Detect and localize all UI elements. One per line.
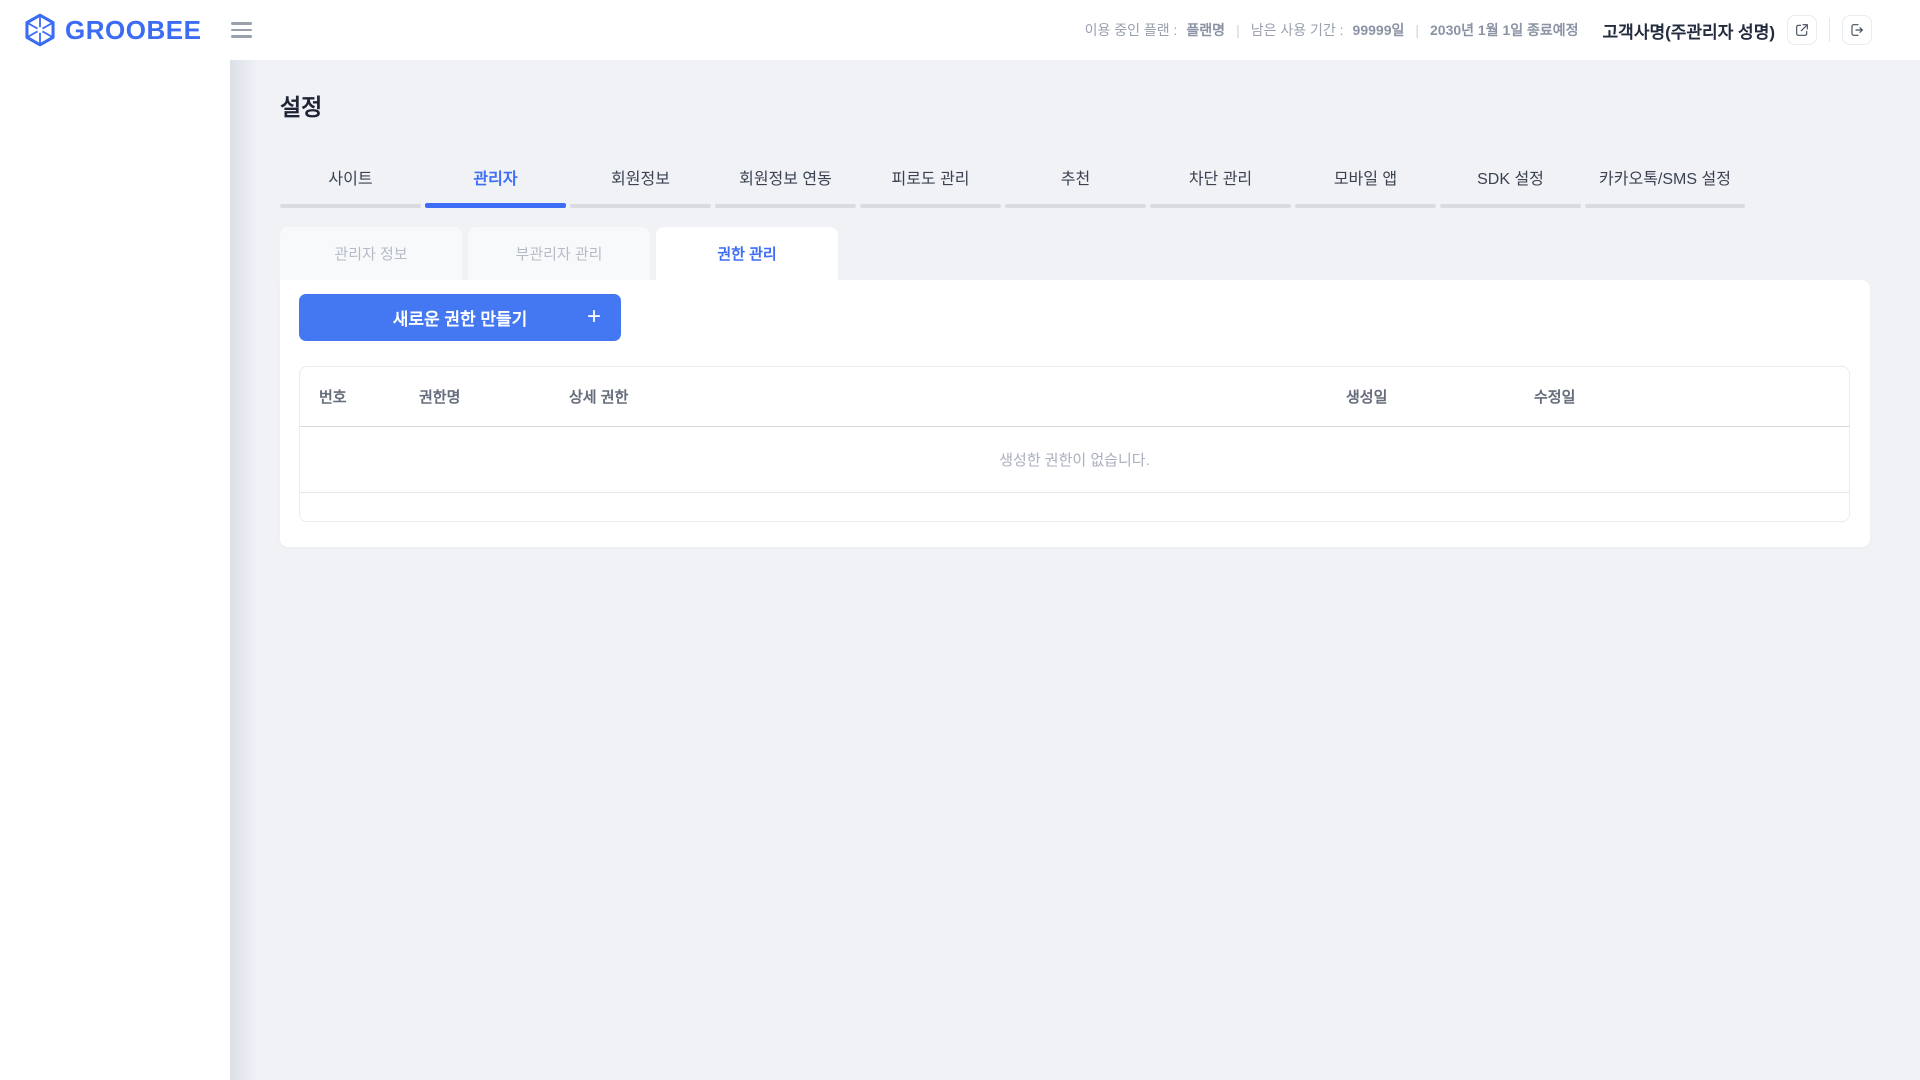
remaining-label: 남은 사용 기간 : xyxy=(1251,20,1344,40)
plan-info: 이용 중인 플랜 : 플랜명 | 남은 사용 기간 : 99999일 | 203… xyxy=(1085,20,1579,40)
hamburger-menu-icon[interactable] xyxy=(231,22,252,38)
empty-state-message: 생성한 권한이 없습니다. xyxy=(300,426,1849,492)
column-permission-detail: 상세 권한 xyxy=(569,367,1346,426)
external-link-icon xyxy=(1794,22,1810,38)
logout-button[interactable] xyxy=(1842,15,1872,45)
subtab-permission[interactable]: 권한 관리 xyxy=(656,227,838,280)
tab-fatigue[interactable]: 피로도 관리 xyxy=(860,168,1001,208)
main-area: 설정 사이트 관리자 회원정보 회원정보 연동 피로도 관리 추천 차단 관리 xyxy=(230,60,1920,1080)
empty-state-row: 생성한 권한이 없습니다. xyxy=(300,426,1849,492)
header-divider xyxy=(1829,18,1830,42)
plan-end-date: 2030년 1월 1일 종료예정 xyxy=(1430,20,1579,40)
logout-icon xyxy=(1849,22,1865,38)
brand-logo[interactable]: GROOBEE xyxy=(22,12,201,48)
tab-sdk[interactable]: SDK 설정 xyxy=(1440,168,1581,208)
permission-card: 새로운 권한 만들기 + 번호 권한명 상세 권한 생성일 xyxy=(280,280,1870,547)
plus-icon: + xyxy=(587,305,601,329)
account-name: 고객사명(주관리자 성명) xyxy=(1603,18,1775,43)
column-created-date: 생성일 xyxy=(1346,367,1534,426)
table-footer xyxy=(300,493,1849,521)
subtab-admin-info[interactable]: 관리자 정보 xyxy=(280,227,462,280)
tab-block[interactable]: 차단 관리 xyxy=(1150,168,1291,208)
tab-member-info[interactable]: 회원정보 xyxy=(570,168,711,208)
page-title: 설정 xyxy=(280,88,1920,122)
tab-site[interactable]: 사이트 xyxy=(280,168,421,208)
tab-admin[interactable]: 관리자 xyxy=(425,168,566,208)
column-number: 번호 xyxy=(300,367,419,426)
groobee-hexagon-icon xyxy=(22,12,58,48)
tab-recommend[interactable]: 추천 xyxy=(1005,168,1146,208)
sidebar xyxy=(0,60,230,1080)
open-external-button[interactable] xyxy=(1787,15,1817,45)
create-permission-button[interactable]: 새로운 권한 만들기 + xyxy=(299,294,621,341)
tab-mobile-app[interactable]: 모바일 앱 xyxy=(1295,168,1436,208)
table-header-row: 번호 권한명 상세 권한 생성일 수정일 xyxy=(300,367,1849,426)
subtab-subadmin[interactable]: 부관리자 관리 xyxy=(468,227,650,280)
create-permission-label: 새로운 권한 만들기 xyxy=(393,305,528,330)
plan-name: 플랜명 xyxy=(1186,20,1225,40)
permission-table: 번호 권한명 상세 권한 생성일 수정일 생성한 권한이 없습니다. xyxy=(299,366,1850,522)
plan-separator: | xyxy=(1413,22,1421,38)
tab-kakao-sms[interactable]: 카카오톡/SMS 설정 xyxy=(1585,168,1745,208)
plan-separator: | xyxy=(1234,22,1242,38)
settings-tab-bar: 사이트 관리자 회원정보 회원정보 연동 피로도 관리 추천 차단 관리 모바일… xyxy=(280,168,1920,208)
remaining-value: 99999일 xyxy=(1353,20,1405,40)
column-modified-date: 수정일 xyxy=(1534,367,1849,426)
tab-member-info-sync[interactable]: 회원정보 연동 xyxy=(715,168,856,208)
admin-subtab-bar: 관리자 정보 부관리자 관리 권한 관리 xyxy=(280,227,1920,280)
column-permission-name: 권한명 xyxy=(419,367,569,426)
plan-label: 이용 중인 플랜 : xyxy=(1085,20,1178,40)
brand-name: GROOBEE xyxy=(65,15,201,46)
top-header: GROOBEE 이용 중인 플랜 : 플랜명 | 남은 사용 기간 : 9999… xyxy=(0,0,1920,60)
